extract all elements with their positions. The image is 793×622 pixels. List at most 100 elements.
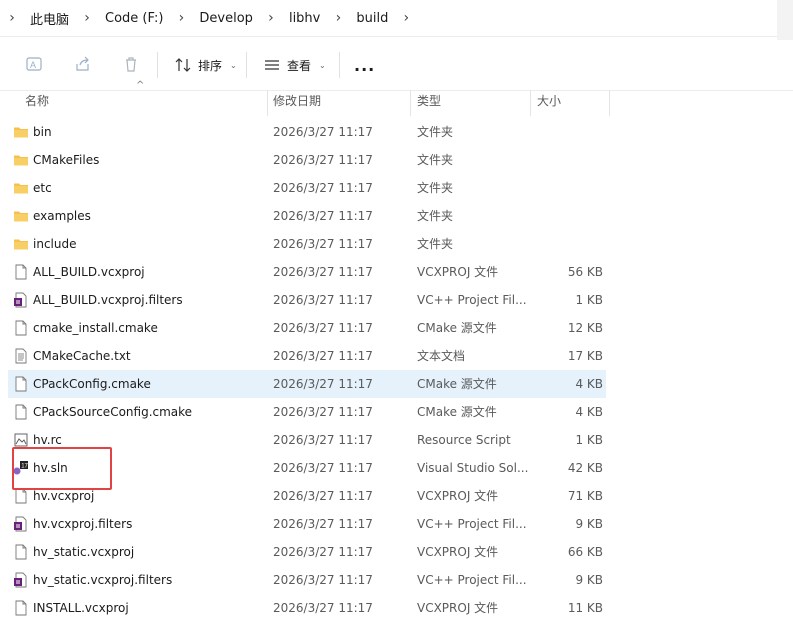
file-row[interactable]: CPackSourceConfig.cmake 2026/3/27 11:17 CM…: [8, 398, 606, 426]
file-name: ALL_BUILD.vcxproj.filters: [33, 293, 183, 307]
file-date-modified: 2026/3/27 11:17: [273, 181, 373, 195]
chevron-down-icon: ⌄: [230, 60, 237, 70]
file-date-modified: 2026/3/27 11:17: [273, 377, 373, 391]
file-date-modified: 2026/3/27 11:17: [273, 321, 373, 335]
file-size: 4 KB: [575, 405, 603, 419]
file-type: VCXPROJ 文件: [417, 265, 499, 279]
address-bar[interactable]: › 此电脑 › Code (F:) › Develop › libhv › bu…: [0, 0, 777, 37]
breadcrumb-item-develop[interactable]: Develop: [193, 11, 259, 26]
file-size: 9 KB: [575, 517, 603, 531]
column-divider[interactable]: [530, 90, 531, 116]
sort-button[interactable]: 排序 ⌄: [174, 54, 237, 76]
file-row[interactable]: hv_static.vcxproj 2026/3/27 11:17 VCXPROJ …: [8, 538, 606, 566]
command-bar: A 排序 ⌄ 查看 ⌄ ...: [0, 40, 793, 91]
chevron-right-icon[interactable]: ›: [75, 10, 99, 26]
chevron-right-icon[interactable]: ›: [169, 10, 193, 26]
file-name: include: [33, 237, 77, 251]
file-type: CMake 源文件: [417, 405, 497, 419]
file-row[interactable]: ALL_BUILD.vcxproj.filters 2026/3/27 11:17…: [8, 286, 606, 314]
file-row[interactable]: examples 2026/3/27 11:17 文件夹: [8, 202, 606, 230]
document-icon: [13, 544, 29, 560]
column-header-date[interactable]: 修改日期: [273, 90, 408, 116]
file-type: VC++ Project Fil...: [417, 293, 527, 307]
document-icon: [13, 320, 29, 336]
rename-icon[interactable]: A: [24, 54, 44, 74]
column-divider[interactable]: [410, 90, 411, 116]
sort-icon: [175, 58, 191, 72]
file-row[interactable]: hv.vcxproj.filters 2026/3/27 11:17 VC++ Pr…: [8, 510, 606, 538]
file-row[interactable]: CMakeCache.txt 2026/3/27 11:17 文本文档 17 KB: [8, 342, 606, 370]
column-header-name[interactable]: 名称: [25, 90, 265, 116]
chevron-right-icon[interactable]: ›: [394, 10, 418, 26]
file-row[interactable]: CPackConfig.cmake 2026/3/27 11:17 CMake 源文…: [8, 370, 606, 398]
chevron-down-icon: ⌄: [319, 60, 326, 70]
file-type: VC++ Project Fil...: [417, 573, 527, 587]
file-row[interactable]: INSTALL.vcxproj 2026/3/27 11:17 VCXPROJ 文件…: [8, 594, 606, 622]
breadcrumb-item-this-pc[interactable]: 此电脑: [24, 9, 75, 28]
file-name: CPackSourceConfig.cmake: [33, 405, 193, 419]
breadcrumb-item-libhv[interactable]: libhv: [283, 11, 326, 26]
breadcrumb-item-drive[interactable]: Code (F:): [99, 11, 169, 26]
text-document-icon: [13, 348, 29, 364]
file-row[interactable]: CMakeFiles 2026/3/27 11:17 文件夹: [8, 146, 606, 174]
file-row[interactable]: cmake_install.cmake 2026/3/27 11:17 CMake …: [8, 314, 606, 342]
file-date-modified: 2026/3/27 11:17: [273, 405, 373, 419]
view-button[interactable]: 查看 ⌄: [263, 54, 326, 76]
file-date-modified: 2026/3/27 11:17: [273, 153, 373, 167]
breadcrumb-item-build[interactable]: build: [350, 11, 394, 26]
vc-filters-icon: [13, 292, 29, 308]
file-name: bin: [33, 125, 52, 139]
file-name: INSTALL.vcxproj: [33, 601, 129, 615]
document-icon: [13, 600, 29, 616]
file-row[interactable]: include 2026/3/27 11:17 文件夹: [8, 230, 606, 258]
file-type: 文件夹: [417, 237, 454, 251]
chevron-right-icon[interactable]: ›: [259, 10, 283, 26]
file-name: hv_static.vcxproj: [33, 545, 135, 559]
file-size: 12 KB: [567, 321, 603, 335]
file-size: [528, 174, 603, 202]
file-date-modified: 2026/3/27 11:17: [273, 601, 373, 615]
folder-icon: [13, 152, 29, 168]
document-icon: [13, 488, 29, 504]
file-size: 71 KB: [567, 489, 603, 503]
file-size: 1 KB: [575, 293, 603, 307]
column-header-row: 名称 修改日期 类型 大小: [0, 90, 793, 116]
share-icon[interactable]: [73, 54, 93, 74]
file-type: VCXPROJ 文件: [417, 601, 499, 615]
column-header-size[interactable]: 大小: [537, 90, 607, 116]
address-bar-edge: [777, 0, 793, 40]
file-row[interactable]: ALL_BUILD.vcxproj 2026/3/27 11:17 VCXPROJ …: [8, 258, 606, 286]
vc-filters-icon: [13, 572, 29, 588]
file-name: CMakeCache.txt: [33, 349, 131, 363]
file-size: 9 KB: [575, 573, 603, 587]
folder-icon: [13, 236, 29, 252]
file-date-modified: 2026/3/27 11:17: [273, 433, 373, 447]
file-size: 17 KB: [567, 349, 603, 363]
file-date-modified: 2026/3/27 11:17: [273, 545, 373, 559]
file-date-modified: 2026/3/27 11:17: [273, 517, 373, 531]
resource-script-icon: [13, 432, 29, 448]
chevron-right-icon[interactable]: ›: [0, 10, 24, 26]
column-header-type[interactable]: 类型: [417, 90, 527, 116]
file-name: cmake_install.cmake: [33, 321, 158, 335]
document-icon: [13, 404, 29, 420]
file-row[interactable]: bin 2026/3/27 11:17 文件夹: [8, 118, 606, 146]
file-type: VCXPROJ 文件: [417, 545, 499, 559]
file-row[interactable]: etc 2026/3/27 11:17 文件夹: [8, 174, 606, 202]
column-divider[interactable]: [609, 90, 610, 116]
file-size: 42 KB: [567, 461, 603, 475]
more-options-button[interactable]: ...: [354, 56, 375, 75]
file-name: hv_static.vcxproj.filters: [33, 573, 173, 587]
vc-filters-icon: [13, 516, 29, 532]
file-name: ALL_BUILD.vcxproj: [33, 265, 145, 279]
file-row[interactable]: hv_static.vcxproj.filters 2026/3/27 11:17…: [8, 566, 606, 594]
file-size: 66 KB: [567, 545, 603, 559]
file-date-modified: 2026/3/27 11:17: [273, 125, 373, 139]
chevron-right-icon[interactable]: ›: [326, 10, 350, 26]
file-size: 1 KB: [575, 433, 603, 447]
file-size: [528, 118, 603, 146]
column-divider[interactable]: [267, 90, 268, 116]
delete-icon[interactable]: [121, 54, 141, 74]
document-icon: [13, 264, 29, 280]
file-type: Visual Studio Sol...: [417, 461, 529, 475]
